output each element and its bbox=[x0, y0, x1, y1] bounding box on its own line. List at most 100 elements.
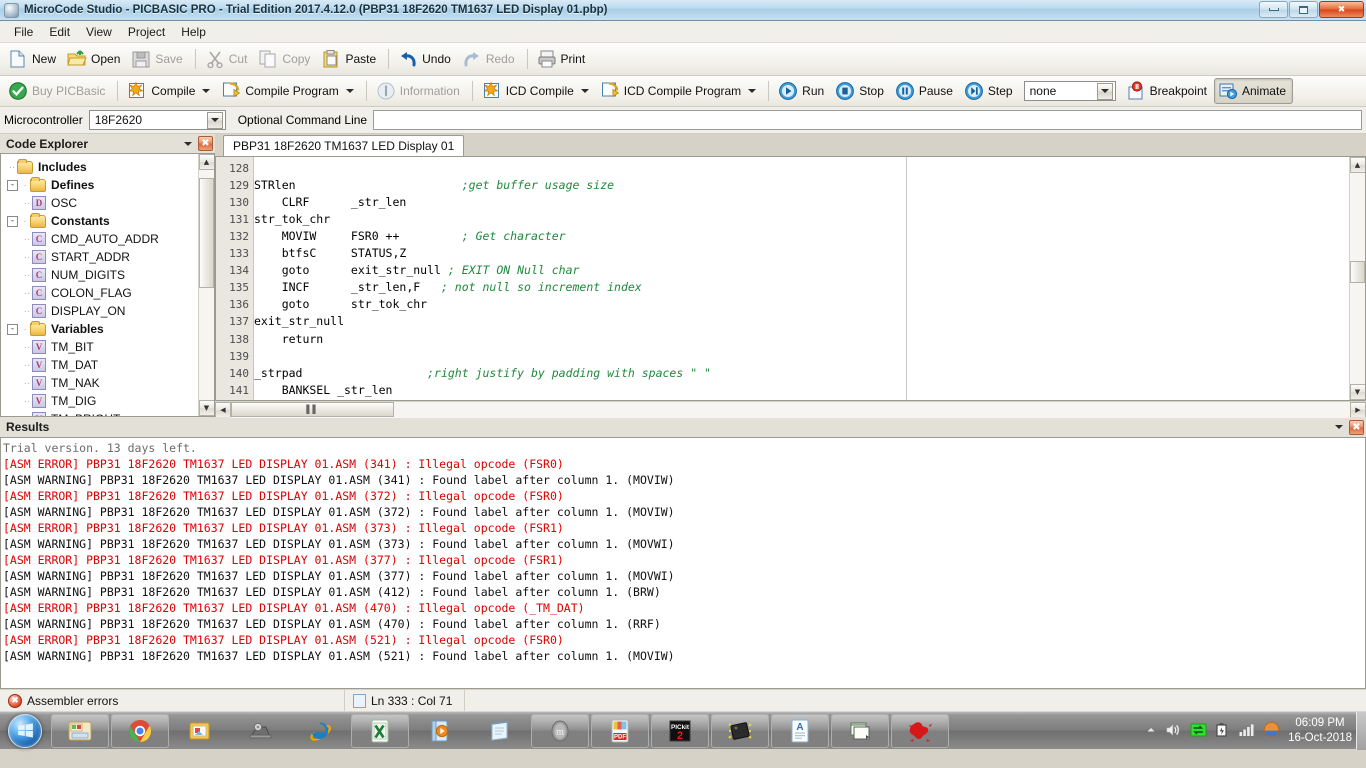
panel-menu-button[interactable] bbox=[1332, 420, 1346, 434]
battery-button[interactable] bbox=[1215, 722, 1230, 741]
signal-button[interactable] bbox=[1238, 722, 1255, 741]
collapse-toggle[interactable]: - bbox=[7, 216, 18, 227]
collapse-toggle[interactable]: - bbox=[7, 180, 18, 191]
volume-button[interactable] bbox=[1165, 722, 1182, 741]
taskbar-button-pdf[interactable]: PDF bbox=[591, 714, 649, 748]
network-button[interactable] bbox=[1190, 722, 1207, 741]
tree-node-includes[interactable]: ·· Includes bbox=[1, 158, 197, 176]
scroll-left-button[interactable]: ◀ bbox=[215, 402, 231, 418]
code-explorer-tree[interactable]: ·· Includes - · Defines ·· D OSC - bbox=[0, 153, 215, 417]
taskbar-button-device[interactable] bbox=[231, 714, 289, 748]
editor-vertical-scrollbar[interactable]: ▲ ▼ bbox=[1349, 157, 1365, 400]
tree-node-start-addr[interactable]: ·· C START_ADDR bbox=[1, 248, 197, 266]
copy-button[interactable]: Copy bbox=[254, 46, 317, 72]
debug-target-select[interactable]: none bbox=[1024, 81, 1116, 101]
tree-node-tm-bright[interactable]: ·· V TM_BRIGHT bbox=[1, 410, 197, 417]
tree-node-num-digits[interactable]: ·· C NUM_DIGITS bbox=[1, 266, 197, 284]
menu-item-help[interactable]: Help bbox=[173, 23, 214, 41]
scrollbar-track[interactable]: ▌▌ bbox=[231, 402, 1350, 418]
show-desktop-button[interactable] bbox=[1356, 712, 1366, 750]
tree-node-colon-flag[interactable]: ·· C COLON_FLAG bbox=[1, 284, 197, 302]
taskbar-button-folder-window[interactable] bbox=[831, 714, 889, 748]
tree-node-tm-bit[interactable]: ·· V TM_BIT bbox=[1, 338, 197, 356]
scroll-right-button[interactable]: ▶ bbox=[1350, 402, 1366, 418]
action-center-button[interactable] bbox=[1263, 721, 1280, 741]
editor-tab-active[interactable]: PBP31 18F2620 TM1637 LED Display 01 bbox=[223, 135, 464, 156]
chevron-down-icon[interactable] bbox=[202, 89, 210, 93]
step-button[interactable]: Step bbox=[960, 78, 1020, 104]
buy-picbasic-button[interactable]: Buy PICBasic bbox=[4, 78, 112, 104]
chevron-down-icon[interactable] bbox=[346, 89, 354, 93]
taskbar-button-red-blob[interactable] bbox=[891, 714, 949, 748]
taskbar-button-internet-explorer[interactable] bbox=[291, 714, 349, 748]
collapse-toggle[interactable]: - bbox=[7, 324, 18, 335]
open-button[interactable]: Open bbox=[63, 46, 127, 72]
scrollbar-thumb[interactable]: ▌▌ bbox=[231, 402, 394, 417]
taskbar-button-chip[interactable] bbox=[711, 714, 769, 748]
stop-button[interactable]: Stop bbox=[831, 78, 891, 104]
run-button[interactable]: Run bbox=[774, 78, 831, 104]
pause-button[interactable]: Pause bbox=[891, 78, 960, 104]
cut-button[interactable]: Cut bbox=[201, 46, 255, 72]
show-hidden-icons-button[interactable] bbox=[1145, 724, 1157, 739]
taskbar-button-picture-viewer[interactable] bbox=[171, 714, 229, 748]
tree-node-variables[interactable]: - · Variables bbox=[1, 320, 197, 338]
tree-node-tm-dig[interactable]: ·· V TM_DIG bbox=[1, 392, 197, 410]
paste-button[interactable]: Paste bbox=[317, 46, 383, 72]
panel-menu-button[interactable] bbox=[181, 137, 195, 151]
scrollbar-track[interactable] bbox=[1350, 173, 1366, 384]
code-explorer-close-button[interactable]: ✖ bbox=[198, 136, 213, 151]
results-close-button[interactable]: ✖ bbox=[1349, 420, 1364, 435]
compile-button[interactable]: Compile bbox=[123, 78, 217, 104]
scrollbar-thumb[interactable] bbox=[199, 178, 214, 288]
code-editor[interactable]: 128 129 130 131 132 133 134 135 136 137 … bbox=[215, 156, 1366, 401]
scroll-down-button[interactable]: ▼ bbox=[199, 400, 215, 416]
taskbar-button-wordpad[interactable]: A bbox=[771, 714, 829, 748]
information-button[interactable]: Information bbox=[372, 78, 467, 104]
tree-node-tm-dat[interactable]: ·· V TM_DAT bbox=[1, 356, 197, 374]
save-button[interactable]: Save bbox=[127, 46, 189, 72]
scroll-up-button[interactable]: ▲ bbox=[1350, 157, 1366, 173]
minimize-button[interactable] bbox=[1259, 1, 1288, 18]
scroll-up-button[interactable]: ▲ bbox=[199, 154, 215, 170]
scrollbar-track[interactable] bbox=[199, 170, 215, 400]
compile-program-button[interactable]: Compile Program bbox=[217, 78, 360, 104]
taskbar-button-excel[interactable] bbox=[351, 714, 409, 748]
tree-node-display-on[interactable]: ·· C DISPLAY_ON bbox=[1, 302, 197, 320]
new-button[interactable]: New bbox=[4, 46, 63, 72]
menu-item-edit[interactable]: Edit bbox=[41, 23, 78, 41]
menu-item-view[interactable]: View bbox=[78, 23, 120, 41]
close-button[interactable]: ✖ bbox=[1319, 1, 1364, 18]
icd-compile-button[interactable]: ICD Compile bbox=[478, 78, 596, 104]
breakpoint-button[interactable]: Breakpoint bbox=[1122, 78, 1214, 104]
menu-item-project[interactable]: Project bbox=[120, 23, 173, 41]
redo-button[interactable]: Redo bbox=[458, 46, 522, 72]
start-button[interactable] bbox=[0, 713, 50, 749]
scroll-down-button[interactable]: ▼ bbox=[1350, 384, 1366, 400]
tree-node-constants[interactable]: - · Constants bbox=[1, 212, 197, 230]
taskbar-button-pickit2[interactable]: PICkit 2 bbox=[651, 714, 709, 748]
taskbar-button-notepad[interactable] bbox=[471, 714, 529, 748]
tree-node-cmd-auto-addr[interactable]: ·· C CMD_AUTO_ADDR bbox=[1, 230, 197, 248]
tree-node-osc[interactable]: ·· D OSC bbox=[1, 194, 197, 212]
code-text-area[interactable]: STRlen ;get buffer usage size CLRF _str_… bbox=[254, 157, 1365, 400]
maximize-button[interactable] bbox=[1289, 1, 1318, 18]
chevron-down-icon[interactable] bbox=[748, 89, 756, 93]
command-line-input[interactable] bbox=[373, 110, 1362, 130]
tree-node-defines[interactable]: - · Defines bbox=[1, 176, 197, 194]
print-button[interactable]: Print bbox=[533, 46, 593, 72]
dropdown-button[interactable] bbox=[1097, 83, 1113, 100]
menu-item-file[interactable]: File bbox=[6, 23, 41, 41]
clock[interactable]: 06:09 PM 16-Oct-2018 bbox=[1288, 716, 1352, 746]
scrollbar-thumb[interactable] bbox=[1350, 261, 1365, 283]
taskbar-button-mikro[interactable]: m bbox=[531, 714, 589, 748]
dropdown-button[interactable] bbox=[207, 112, 223, 129]
explorer-vertical-scrollbar[interactable]: ▲ ▼ bbox=[198, 154, 214, 416]
undo-button[interactable]: Undo bbox=[394, 46, 458, 72]
chevron-down-icon[interactable] bbox=[581, 89, 589, 93]
tree-node-tm-nak[interactable]: ·· V TM_NAK bbox=[1, 374, 197, 392]
taskbar-button-chrome[interactable] bbox=[111, 714, 169, 748]
taskbar-button-media-player[interactable] bbox=[411, 714, 469, 748]
icd-compile-program-button[interactable]: ICD Compile Program bbox=[596, 78, 763, 104]
animate-button[interactable]: Animate bbox=[1214, 78, 1293, 104]
